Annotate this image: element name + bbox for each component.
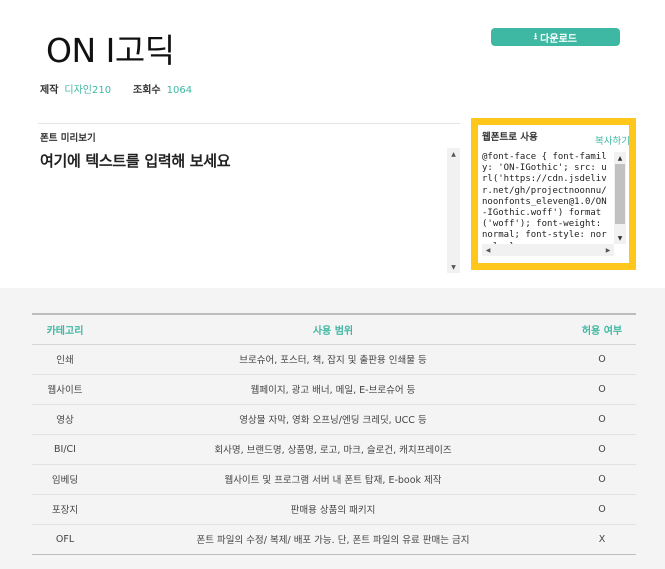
webfont-code-textarea[interactable]: @font-face { font-family: 'ON-IGothic'; … <box>482 152 626 256</box>
row-category: 인쇄 <box>32 344 98 375</box>
scroll-down-icon[interactable]: ▼ <box>614 232 626 244</box>
row-category: 포장지 <box>32 494 98 525</box>
row-scope: 웹사이트 및 프로그램 서버 내 폰트 탑재, E-book 제작 <box>98 464 568 495</box>
license-table: 카테고리 사용 범위 허용 여부 인쇄 브로슈어, 포스터, 책, 잡지 및 출… <box>32 313 636 555</box>
table-row: BI/CI 회사명, 브랜드명, 상품명, 로고, 마크, 슬로건, 캐치프레이… <box>32 434 636 465</box>
preview-label: 폰트 미리보기 <box>40 133 96 144</box>
row-scope: 웹페이지, 광고 배너, 메일, E-브로슈어 등 <box>98 374 568 405</box>
preview-scrollbar[interactable]: ▲ ▼ <box>447 148 460 273</box>
scroll-thumb[interactable] <box>615 164 625 224</box>
header-allowed: 허용 여부 <box>568 313 636 345</box>
row-scope: 회사명, 브랜드명, 상품명, 로고, 마크, 슬로건, 캐치프레이즈 <box>98 434 568 465</box>
license-section: 카테고리 사용 범위 허용 여부 인쇄 브로슈어, 포스터, 책, 잡지 및 출… <box>0 288 665 569</box>
scroll-left-icon[interactable]: ◀ <box>482 244 494 256</box>
row-category: 영상 <box>32 404 98 435</box>
table-row: 포장지 판매용 상품의 패키지 O <box>32 494 636 525</box>
row-scope: 판매용 상품의 패키지 <box>98 494 568 525</box>
views-label: 조회수 <box>133 85 161 96</box>
preview-textarea[interactable]: 여기에 텍스트를 입력해 보세요 ▲ ▼ <box>38 148 460 273</box>
scroll-up-icon[interactable]: ▲ <box>614 152 626 164</box>
scroll-right-icon[interactable]: ▶ <box>602 244 614 256</box>
table-row: OFL 폰트 파일의 수정/ 복제/ 배포 가능. 단, 폰트 파일의 유료 판… <box>32 524 636 555</box>
scroll-up-icon[interactable]: ▲ <box>447 148 460 160</box>
row-allowed: X <box>568 524 636 555</box>
maker-link[interactable]: 디자인210 <box>64 85 111 96</box>
row-category: OFL <box>32 524 98 555</box>
meta-maker: 제작 디자인210 <box>40 81 111 96</box>
meta-views: 조회수 1064 <box>133 81 192 96</box>
row-allowed: O <box>568 464 636 495</box>
preview-text[interactable]: 여기에 텍스트를 입력해 보세요 <box>40 150 231 171</box>
divider <box>38 123 460 124</box>
row-scope: 영상물 자막, 영화 오프닝/엔딩 크레딧, UCC 등 <box>98 404 568 435</box>
header-scope: 사용 범위 <box>98 313 568 345</box>
header-category: 카테고리 <box>32 313 98 345</box>
row-category: BI/CI <box>32 434 98 465</box>
code-vertical-scrollbar[interactable]: ▲ ▼ <box>614 152 626 244</box>
row-category: 임베딩 <box>32 464 98 495</box>
row-allowed: O <box>568 434 636 465</box>
copy-button[interactable]: 복사하기 <box>595 133 629 147</box>
row-allowed: O <box>568 374 636 405</box>
font-title: ON I고딕 <box>46 31 175 70</box>
scroll-down-icon[interactable]: ▼ <box>447 261 460 273</box>
row-category: 웹사이트 <box>32 374 98 405</box>
views-count: 1064 <box>166 85 193 96</box>
code-horizontal-scrollbar[interactable]: ◀ ▶ <box>482 244 614 256</box>
table-row: 웹사이트 웹페이지, 광고 배너, 메일, E-브로슈어 등 O <box>32 374 636 405</box>
row-scope: 폰트 파일의 수정/ 복제/ 배포 가능. 단, 폰트 파일의 유료 판매는 금… <box>98 524 568 555</box>
table-row: 임베딩 웹사이트 및 프로그램 서버 내 폰트 탑재, E-book 제작 O <box>32 464 636 495</box>
download-icon: ⭳ <box>534 32 538 42</box>
webfont-panel: 웹폰트로 사용 복사하기 @font-face { font-family: '… <box>471 118 636 270</box>
row-allowed: O <box>568 404 636 435</box>
row-allowed: O <box>568 344 636 375</box>
webfont-title: 웹폰트로 사용 <box>482 132 538 143</box>
row-allowed: O <box>568 494 636 525</box>
row-scope: 브로슈어, 포스터, 책, 잡지 및 출판용 인쇄물 등 <box>98 344 568 375</box>
webfont-code[interactable]: @font-face { font-family: 'ON-IGothic'; … <box>482 152 612 253</box>
font-detail-header: ON I고딕 ⭳ 다운로드 제작 디자인210 조회수 1064 폰트 미리보기 여… <box>0 0 665 288</box>
table-row: 영상 영상물 자막, 영화 오프닝/엔딩 크레딧, UCC 등 O <box>32 404 636 435</box>
maker-label: 제작 <box>40 85 59 96</box>
download-button[interactable]: ⭳ 다운로드 <box>491 28 620 46</box>
download-label: 다운로드 <box>540 33 577 45</box>
table-row: 인쇄 브로슈어, 포스터, 책, 잡지 및 출판용 인쇄물 등 O <box>32 344 636 375</box>
table-header-row: 카테고리 사용 범위 허용 여부 <box>32 313 636 345</box>
